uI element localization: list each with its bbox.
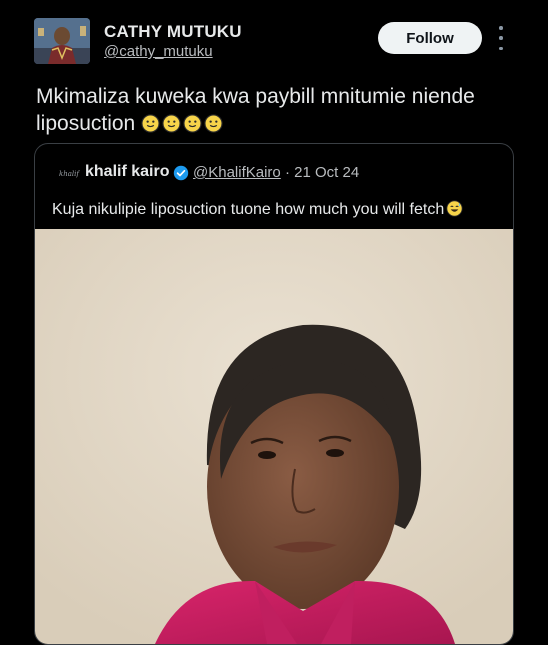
more-options-icon[interactable] <box>494 26 508 50</box>
quote-author-name[interactable]: khalif kairo <box>85 163 169 181</box>
slightly-smiling-face-icon <box>204 114 223 133</box>
meta-separator: · <box>284 164 290 181</box>
quoted-tweet[interactable]: khalif khalif kairo @KhalifKairo · 21 Oc… <box>34 143 514 645</box>
tweet-text: Mkimaliza kuweka kwa paybill mnitumie ni… <box>36 83 476 137</box>
tweet: CATHY MUTUKU @cathy_mutuku Follow Mkimal… <box>0 0 548 645</box>
follow-button[interactable]: Follow <box>378 22 482 54</box>
portrait-image <box>35 229 513 644</box>
author-name[interactable]: CATHY MUTUKU <box>104 22 242 42</box>
avatar-image <box>34 18 90 64</box>
quoted-photo[interactable] <box>35 229 513 644</box>
quote-text-body: Kuja nikulipie liposuction tuone how muc… <box>52 201 445 218</box>
quote-logo-text: khalif <box>59 170 79 178</box>
quote-text: Kuja nikulipie liposuction tuone how muc… <box>52 200 463 219</box>
slightly-smiling-face-icon <box>183 114 202 133</box>
quote-author-handle[interactable]: @KhalifKairo <box>193 164 281 181</box>
verified-badge-icon <box>173 165 189 181</box>
slightly-smiling-face-icon <box>162 114 181 133</box>
slightly-smiling-face-icon <box>141 114 160 133</box>
author-avatar[interactable] <box>34 18 90 64</box>
tweet-text-body: Mkimaliza kuweka kwa paybill mnitumie ni… <box>36 85 475 135</box>
author-handle[interactable]: @cathy_mutuku <box>104 43 213 60</box>
quote-date[interactable]: 21 Oct 24 <box>294 164 359 181</box>
tweet-emojis <box>141 114 223 133</box>
grinning-face-with-sweat-icon <box>446 200 463 217</box>
quote-meta: @KhalifKairo · 21 Oct 24 <box>193 164 359 181</box>
